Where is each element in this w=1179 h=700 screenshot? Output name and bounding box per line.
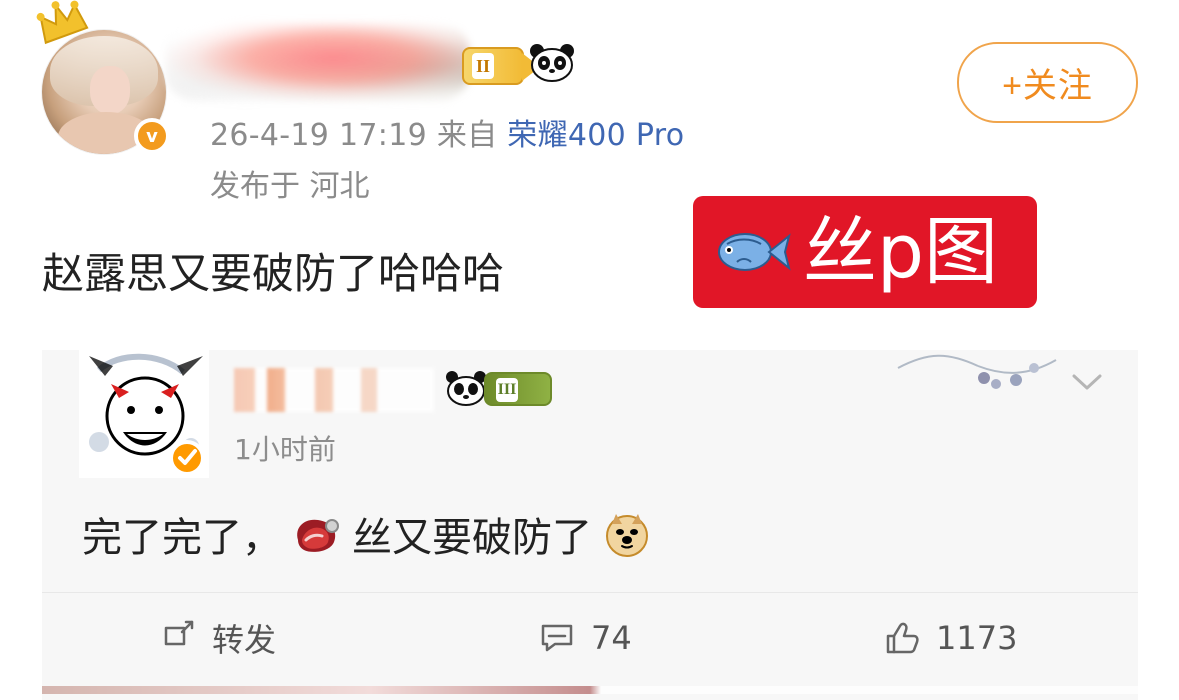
repost-decoration-image [897, 354, 1057, 389]
repost-level-badge-text: III [496, 378, 518, 402]
source-device-link[interactable]: 荣耀400 Pro [507, 118, 684, 153]
post-timestamp: 26-4-19 17:19 [210, 118, 427, 153]
comment-action[interactable]: 74 [537, 612, 632, 664]
repost-panda-icon [446, 371, 486, 406]
avatar-face [90, 66, 130, 114]
post-location: 发布于 河北 [210, 169, 370, 204]
repost-avatar[interactable] [79, 350, 209, 478]
follow-button[interactable]: +关注 [957, 42, 1138, 123]
like-icon [886, 622, 919, 654]
action-bar: 转发 74 1173 [42, 594, 1138, 684]
repost-text-part-2: 丝又要破防了 [352, 515, 592, 561]
repost-card-topbar [42, 330, 1138, 350]
doge-icon [606, 514, 648, 557]
avatar[interactable]: v [36, 0, 170, 156]
level-badge: II [462, 47, 540, 85]
comment-icon [541, 624, 573, 652]
post-meta: 26-4-19 17:19 来自 荣耀400 Pro [210, 110, 684, 154]
post-text: 赵露思又要破防了哈哈哈 [42, 249, 505, 298]
source-prefix: 来自 [436, 118, 498, 153]
like-action[interactable]: 1173 [882, 612, 1017, 664]
repost-username-blurred[interactable] [234, 368, 434, 412]
sticker-banner: 丝p图 [693, 196, 1037, 308]
repost-icon [164, 620, 194, 646]
post-header: v II 26-4-19 17:19 来自 荣耀400 Pro 发布于 河北 +… [0, 0, 1179, 215]
steak-icon [297, 519, 339, 552]
repost-action[interactable]: 转发 [158, 612, 276, 664]
username-blurred[interactable] [165, 23, 470, 101]
comment-count: 74 [591, 619, 632, 657]
level-badge-text: II [472, 53, 494, 79]
repost-time: 1小时前 [234, 433, 336, 466]
sticker-text: 丝p图 [803, 209, 998, 295]
next-post-preview-strip [42, 686, 1138, 694]
repost-text-part-1: 完了完了， [82, 515, 282, 561]
chevron-down-icon[interactable] [1070, 372, 1104, 392]
fish-icon [718, 233, 791, 271]
verified-badge-icon: v [134, 118, 170, 154]
repost-text: 完了完了， 丝又要破防了 [82, 505, 662, 563]
repost-level-badge: III [484, 372, 552, 406]
like-count: 1173 [936, 619, 1018, 657]
panda-icon [530, 44, 574, 82]
repost-divider [42, 592, 1138, 593]
repost-label: 转发 [212, 621, 277, 659]
